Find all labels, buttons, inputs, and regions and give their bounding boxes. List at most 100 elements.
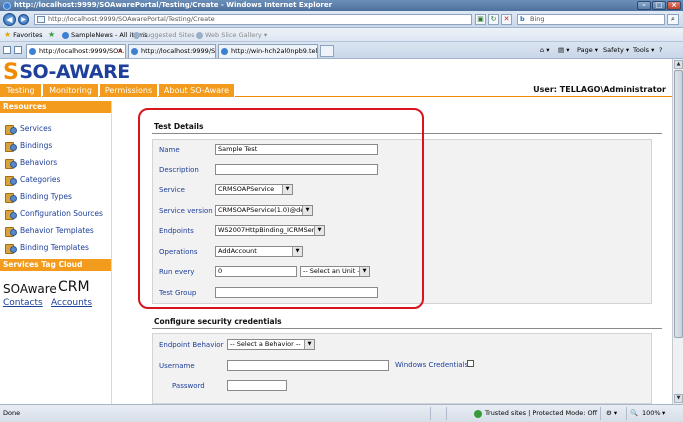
sidebar-item-label: Configuration Sources	[20, 209, 103, 218]
sidebar-item-label: Behavior Templates	[20, 226, 94, 235]
favorite-suggested-sites[interactable]: Suggested Sites ▾	[133, 28, 200, 42]
page-favicon-icon	[196, 31, 203, 39]
behavior-templates-icon	[5, 226, 17, 237]
new-tab-button[interactable]	[320, 45, 334, 57]
favorite-web-slice-gallery[interactable]: Web Slice Gallery ▾	[196, 28, 267, 42]
search-icon[interactable]: ⌕	[667, 14, 679, 25]
compatibility-icon[interactable]: ▣	[475, 14, 486, 25]
window-controls: – □ ×	[637, 1, 681, 10]
url-text: http://localhost:9999/SOAwarePortal/Test…	[48, 15, 215, 23]
quick-tabs-icon[interactable]	[3, 46, 11, 54]
endpoint-behavior-select[interactable]: -- Select a Behavior --	[227, 339, 315, 350]
search-input[interactable]: b Bing	[517, 14, 665, 25]
status-divider	[600, 407, 601, 420]
tab-about[interactable]: About SO-Aware	[159, 84, 235, 97]
bindings-icon	[5, 141, 17, 152]
help-icon[interactable]: ?	[659, 44, 662, 57]
highlight-annotation	[138, 108, 424, 309]
services-icon	[5, 124, 17, 135]
tab-permissions[interactable]: Permissions	[100, 84, 158, 97]
sidebar-item-binding-types[interactable]: Binding Types	[0, 188, 111, 205]
sidebar-item-services[interactable]: Services	[0, 120, 111, 137]
tab-monitoring[interactable]: Monitoring	[43, 84, 99, 97]
scroll-thumb[interactable]	[674, 70, 683, 338]
window-title: http://localhost:9999/SOAwarePortal/Test…	[14, 1, 333, 9]
sidebar-item-binding-templates[interactable]: Binding Templates	[0, 239, 111, 256]
tag-cloud-header: Services Tag Cloud	[0, 259, 111, 271]
zoom-icon: 🔍	[630, 409, 639, 417]
status-bar: Done Trusted sites | Protected Mode: Off…	[0, 404, 683, 422]
sidebar-item-behavior-templates[interactable]: Behavior Templates	[0, 222, 111, 239]
tag-accounts[interactable]: Accounts	[51, 298, 92, 308]
security-zone[interactable]: Trusted sites | Protected Mode: Off	[485, 405, 597, 422]
address-bar: ◀ ▶ http://localhost:9999/SOAwarePortal/…	[0, 11, 683, 28]
page-icon	[37, 16, 45, 23]
bing-logo-icon: b	[520, 15, 525, 23]
status-divider	[446, 407, 447, 420]
address-actions: ▣ ↻ ✕	[475, 14, 512, 25]
resources-header: Resources	[0, 101, 111, 113]
favorites-button[interactable]: ★ Favorites	[4, 28, 43, 42]
protected-mode-icon[interactable]: ⚙ ▾	[606, 405, 617, 422]
star-icon: ★	[4, 30, 12, 39]
maximize-icon[interactable]: □	[652, 1, 666, 10]
page-favicon-icon	[29, 48, 36, 55]
safety-menu[interactable]: Safety ▾	[603, 44, 629, 57]
back-arrow-icon[interactable]: ◀	[3, 13, 16, 26]
page-favicon-icon	[133, 31, 140, 39]
sidebar-item-label: Categories	[20, 175, 61, 184]
status-divider	[626, 407, 627, 420]
close-icon[interactable]: ×	[667, 1, 681, 10]
tag-soaware[interactable]: SOAware	[3, 282, 57, 296]
stop-icon[interactable]: ✕	[501, 14, 512, 25]
binding-types-icon	[5, 192, 17, 203]
scroll-down-icon[interactable]: ▼	[674, 394, 683, 403]
current-user: User: TELLAGO\Administrator	[533, 85, 666, 94]
password-field[interactable]	[227, 380, 287, 391]
forward-arrow-icon[interactable]: ▶	[18, 14, 29, 25]
refresh-icon[interactable]: ↻	[488, 14, 499, 25]
browser-tab[interactable]: http://localhost:9999/SOAw...	[128, 44, 216, 58]
logo-text: SO-AWARE	[19, 61, 130, 83]
trusted-sites-icon	[474, 410, 482, 418]
tab-label: http://win-hch2al0npb9.tella...	[231, 47, 318, 55]
vertical-scrollbar[interactable]: ▲ ▼	[672, 59, 683, 404]
sidebar-item-categories[interactable]: Categories	[0, 171, 111, 188]
browser-tab[interactable]: http://win-hch2al0npb9.tella...	[218, 44, 318, 58]
username-field[interactable]	[227, 360, 389, 371]
tab-bar: http://localhost:9999/SOA... × http://lo…	[0, 42, 683, 59]
tools-menu[interactable]: Tools ▾	[633, 44, 654, 57]
binding-templates-icon	[5, 243, 17, 254]
behaviors-icon	[5, 158, 17, 169]
endpoint-behavior-label: Endpoint Behavior	[159, 341, 224, 349]
so-aware-logo[interactable]: S SO-AWARE	[3, 60, 130, 85]
sidebar-item-configuration-sources[interactable]: Configuration Sources	[0, 205, 111, 222]
page-favicon-icon	[221, 48, 228, 55]
add-star-icon: ★	[48, 30, 56, 39]
page-menu[interactable]: Page ▾	[577, 44, 598, 57]
resources-list: Services Bindings Behaviors Categories B…	[0, 113, 111, 256]
zoom-level[interactable]: 100%	[642, 405, 661, 422]
browser-tab[interactable]: http://localhost:9999/SOA... ×	[26, 44, 126, 58]
home-icon[interactable]: ⌂ ▾	[540, 44, 549, 57]
tab-testing[interactable]: Testing	[0, 84, 42, 97]
tab-label: http://localhost:9999/SOA...	[39, 47, 126, 55]
tag-crm[interactable]: CRM	[58, 279, 90, 295]
url-input[interactable]: http://localhost:9999/SOAwarePortal/Test…	[34, 14, 472, 25]
windows-credentials-checkbox[interactable]	[467, 360, 474, 367]
zoom-menu-icon[interactable]: ▾	[662, 405, 665, 422]
print-icon[interactable]: ▤ ▾	[558, 44, 569, 57]
tag-contacts[interactable]: Contacts	[3, 298, 43, 308]
sidebar-item-label: Behaviors	[20, 158, 58, 167]
sidebar-item-bindings[interactable]: Bindings	[0, 137, 111, 154]
page-favicon-icon	[62, 31, 69, 39]
add-favorites-icon[interactable]: ★	[48, 28, 57, 42]
username-label: Username	[159, 362, 195, 370]
sidebar-item-behaviors[interactable]: Behaviors	[0, 154, 111, 171]
tab-list-icon[interactable]	[14, 46, 22, 54]
minimize-icon[interactable]: –	[637, 1, 651, 10]
window-title-bar: http://localhost:9999/SOAwarePortal/Test…	[0, 0, 683, 11]
scroll-up-icon[interactable]: ▲	[674, 60, 683, 69]
close-tab-icon[interactable]: ×	[118, 45, 123, 58]
configuration-sources-icon	[5, 209, 17, 220]
